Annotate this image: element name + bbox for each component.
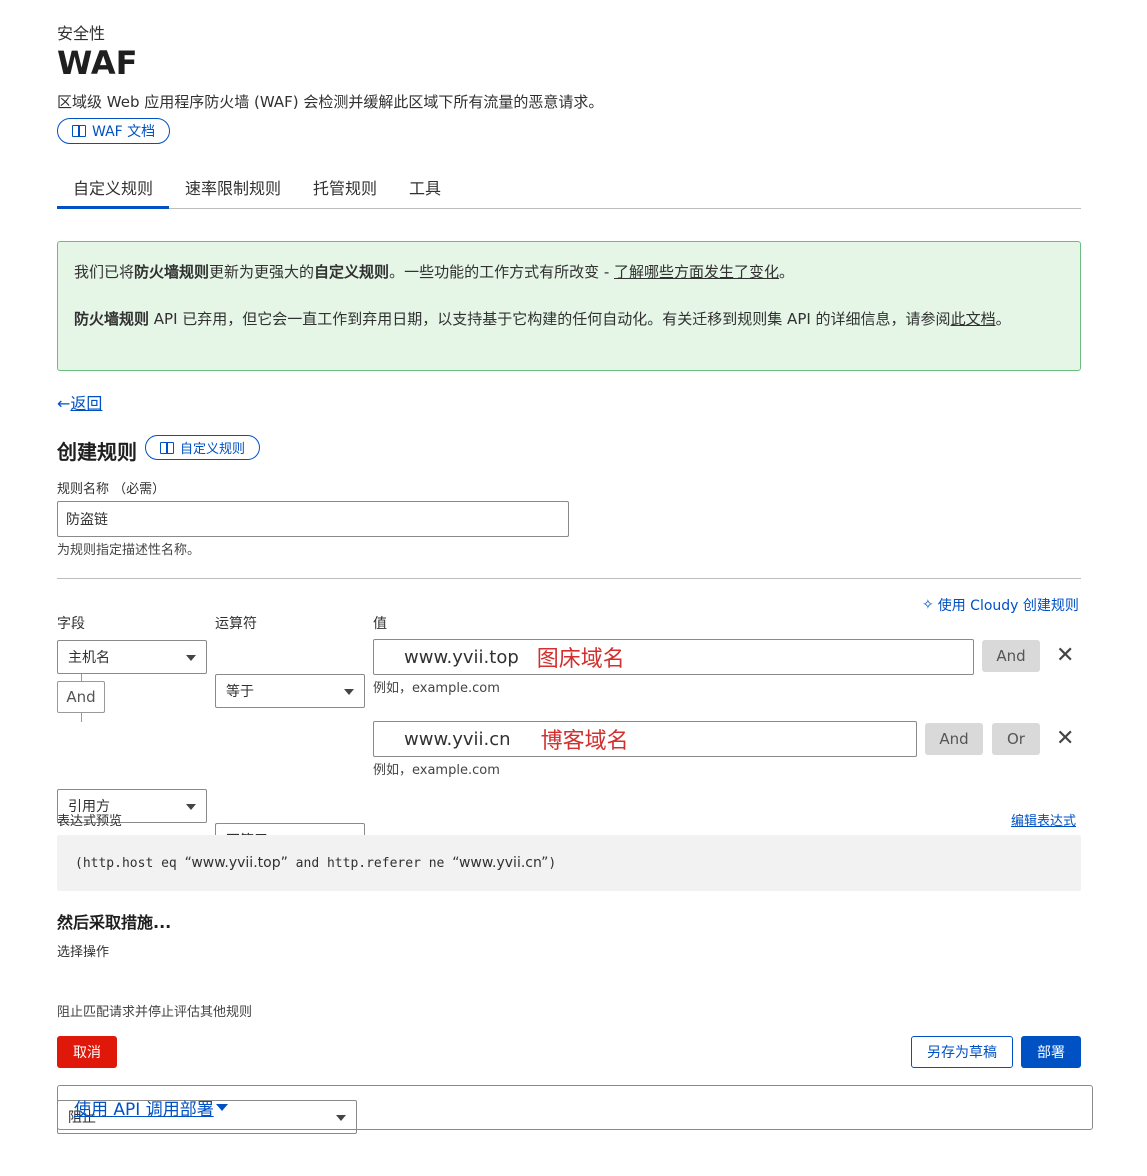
changes-link[interactable]: 了解哪些方面发生了变化: [614, 263, 779, 281]
value-hint: 例如，example.com: [373, 681, 500, 696]
tab-tools[interactable]: 工具: [409, 175, 441, 199]
or-button[interactable]: Or: [992, 723, 1040, 755]
action-title: 然后采取措施...: [57, 913, 172, 932]
migration-doc-link[interactable]: 此文档: [951, 310, 996, 328]
section-label: 安全性: [57, 24, 106, 43]
api-deploy-panel[interactable]: 使用 API 调用部署: [57, 1085, 1093, 1130]
custom-rules-docs-button[interactable]: 自定义规则: [145, 435, 261, 460]
col-field-label: 字段: [57, 616, 85, 632]
close-icon[interactable]: ✕: [1056, 643, 1074, 668]
action-hint: 阻止匹配请求并停止评估其他规则: [57, 1005, 253, 1020]
tabs-divider: [57, 208, 1081, 209]
col-value-label: 值: [373, 616, 387, 632]
tab-rate-limit[interactable]: 速率限制规则: [185, 175, 281, 199]
expression-label: 表达式预览: [57, 814, 123, 829]
arrow-left-icon: ←: [57, 394, 71, 413]
value-hint: 例如，example.com: [373, 763, 500, 778]
notice-paragraph-2: 防火墙规则 API 已弃用，但它会一直工作到弃用日期，以支持基于它构建的任何自动…: [74, 310, 1011, 328]
caret-down-icon: [344, 689, 354, 695]
waf-docs-button[interactable]: WAF 文档: [57, 118, 171, 144]
operator-select[interactable]: 等于: [215, 674, 365, 708]
tab-custom-rules[interactable]: 自定义规则: [73, 175, 153, 199]
rule-name-input[interactable]: 防盗链: [57, 501, 569, 537]
value-input[interactable]: www.yvii.top 图床域名: [373, 639, 974, 675]
action-label: 选择操作: [57, 945, 110, 960]
and-connector-label: And: [57, 681, 105, 713]
sparkle-icon: ✧: [922, 597, 934, 613]
book-icon: [72, 125, 86, 137]
and-button[interactable]: And: [982, 640, 1040, 672]
expression-preview: (http.host eq “www.yvii.top” and http.re…: [57, 835, 1081, 891]
create-rule-title: 创建规则: [57, 440, 137, 464]
value-annotation: 图床域名: [536, 647, 625, 672]
close-icon[interactable]: ✕: [1056, 726, 1074, 751]
field-select[interactable]: 主机名: [57, 640, 207, 674]
tab-managed-rules[interactable]: 托管规则: [313, 175, 377, 199]
tab-active-indicator: [57, 206, 169, 209]
page-title: WAF: [57, 44, 138, 82]
page-description: 区域级 Web 应用程序防火墙 (WAF) 会检测并缓解此区域下所有流量的恶意请…: [57, 93, 604, 111]
caret-down-icon: [186, 655, 196, 661]
caret-down-icon: [186, 804, 196, 810]
value-input[interactable]: www.yvii.cn 博客域名: [373, 721, 917, 757]
waf-docs-label: WAF 文档: [92, 124, 156, 140]
deploy-button[interactable]: 部署: [1021, 1036, 1081, 1068]
notice-paragraph-1: 我们已将防火墙规则更新为更强大的自定义规则。一些功能的工作方式有所改变 - 了解…: [74, 263, 795, 281]
and-button[interactable]: And: [925, 723, 983, 755]
caret-down-icon: [215, 1104, 228, 1111]
rule-name-label: 规则名称 （必需）: [57, 482, 166, 497]
cloudy-button[interactable]: ✧ 使用 Cloudy 创建规则: [922, 595, 1079, 615]
col-operator-label: 运算符: [215, 616, 257, 632]
save-draft-button[interactable]: 另存为草稿: [911, 1036, 1013, 1068]
edit-expression-link[interactable]: 编辑表达式: [1011, 810, 1076, 829]
back-link[interactable]: ←返回: [57, 390, 102, 414]
value-annotation: 博客域名: [540, 729, 629, 754]
cancel-button[interactable]: 取消: [57, 1036, 117, 1068]
section-divider: [57, 578, 1081, 579]
notice-banner: 我们已将防火墙规则更新为更强大的自定义规则。一些功能的工作方式有所改变 - 了解…: [57, 241, 1081, 371]
rule-name-hint: 为规则指定描述性名称。: [57, 543, 201, 558]
book-icon: [160, 441, 174, 454]
